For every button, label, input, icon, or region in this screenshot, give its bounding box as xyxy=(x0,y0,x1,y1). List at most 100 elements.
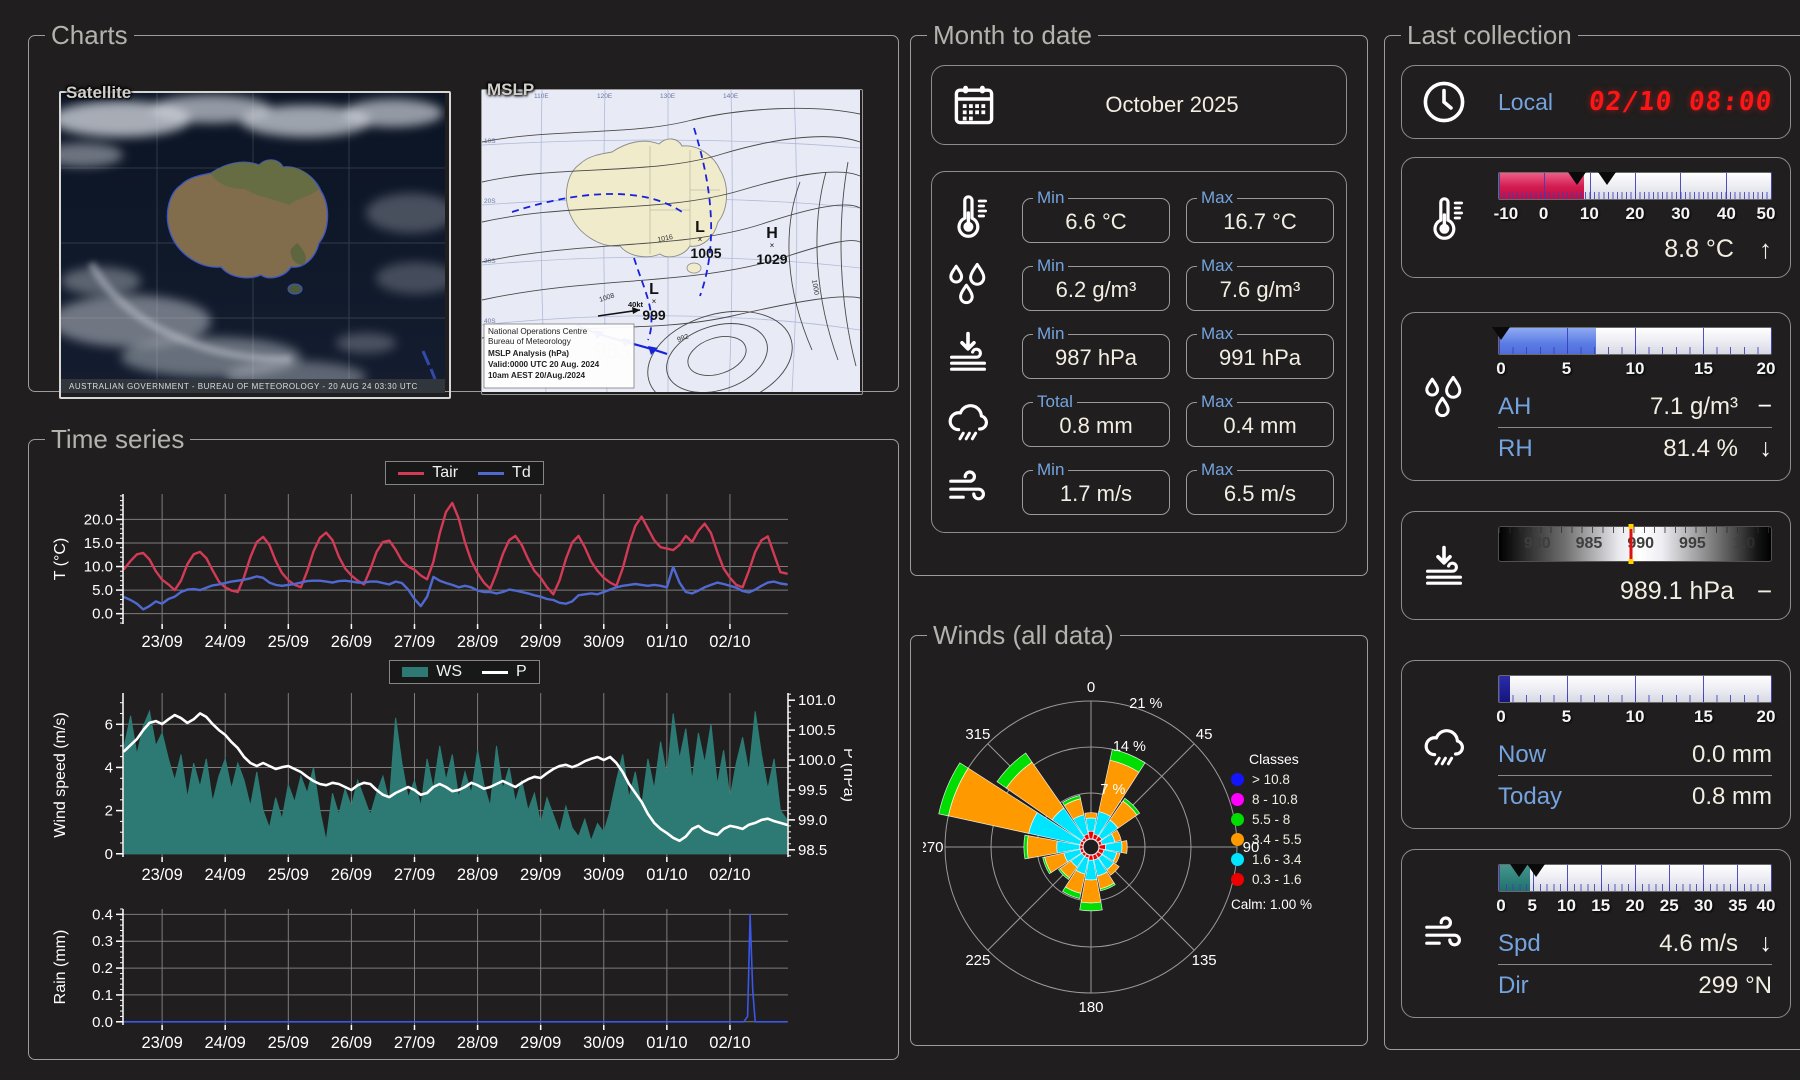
svg-text:0.4: 0.4 xyxy=(92,906,113,923)
absolute-humidity-row: AH 7.1 g/m³ − xyxy=(1498,392,1772,420)
mslp-image-graphic: 110E 120E 130E 140E 10S 20S 30S 40S 1016… xyxy=(482,90,860,392)
svg-text:27/09: 27/09 xyxy=(394,1034,435,1052)
satellite-image-graphic: AUSTRALIAN GOVERNMENT - BUREAU OF METEOR… xyxy=(61,93,445,393)
svg-text:25/09: 25/09 xyxy=(268,866,309,884)
temperature-value: 8.8 °C xyxy=(1664,235,1734,263)
droplets-icon xyxy=(1420,373,1468,421)
stat-row-wind: Min 1.7 m/s Max 6.5 m/s xyxy=(944,460,1334,515)
stat-cell: Min 987 hPa xyxy=(1022,324,1170,379)
temperature-gauge: -10 0 10 20 30 40 50 xyxy=(1494,172,1775,226)
legend-class-item: 1.6 - 3.4 xyxy=(1231,852,1349,867)
svg-text:0.0: 0.0 xyxy=(92,606,113,623)
legend-class-item: 5.5 - 8 xyxy=(1231,812,1349,827)
local-time-card: Local 02/10 08:00 xyxy=(1401,65,1791,139)
temperature-dewpoint-chart: 0.0 5.0 10.0 15.0 20.0 T (°C) 23/09 24/09 25/09 2… xyxy=(52,494,788,651)
svg-text:30/09: 30/09 xyxy=(583,1034,624,1052)
svg-text:23/09: 23/09 xyxy=(141,866,182,884)
svg-text:×: × xyxy=(652,297,657,306)
svg-text:T (°C): T (°C) xyxy=(52,538,69,581)
svg-text:10am AEST 20/Aug./2024: 10am AEST 20/Aug./2024 xyxy=(488,371,586,380)
svg-text:Valid:0000 UTC 20 Aug. 2024: Valid:0000 UTC 20 Aug. 2024 xyxy=(488,360,600,369)
charts-panel-title: Charts xyxy=(51,20,128,50)
svg-text:National Operations Centre: National Operations Centre xyxy=(488,327,588,336)
stat-cell: Min 6.2 g/m³ xyxy=(1022,256,1170,311)
svg-text:7 %: 7 % xyxy=(1100,782,1125,798)
calendar-icon xyxy=(950,81,998,129)
droplets-icon xyxy=(944,260,992,308)
legend-class-item: 3.4 - 5.5 xyxy=(1231,832,1349,847)
pressure-card: 980 985 990 995 1,0 989.1 hPa − xyxy=(1401,511,1791,620)
svg-text:98.5: 98.5 xyxy=(798,842,827,859)
rain-cloud-icon xyxy=(1420,721,1468,769)
rain-card: 0 5 10 15 20 Now 0.0 mm Today 0.8 mm xyxy=(1401,660,1791,829)
svg-text:28/09: 28/09 xyxy=(457,633,498,651)
svg-text:120E: 120E xyxy=(597,93,613,100)
wind-speed-row: Spd 4.6 m/s ↓ xyxy=(1498,929,1772,957)
svg-text:20S: 20S xyxy=(484,198,496,205)
rain-chart: 0.0 0.1 0.2 0.3 0.4 Rain (mm) 23/09 24/09 25/09 2… xyxy=(52,906,788,1052)
last-collection-title: Last collection xyxy=(1407,20,1572,50)
svg-text:6: 6 xyxy=(105,716,113,733)
svg-text:225: 225 xyxy=(965,952,990,969)
wind-rose-legend: Classes > 10.8 8 - 10.8 5.5 - 8 3.4 - 5.… xyxy=(1231,751,1349,912)
svg-text:Rain (mm): Rain (mm) xyxy=(52,930,69,1005)
stat-row-temperature: Min 6.6 °C Max 16.7 °C xyxy=(944,188,1334,243)
wind-card: 0 5 10 15 20 25 30 35 40 Spd 4.6 m/s ↓ Dir 299 °… xyxy=(1401,849,1791,1018)
rain-cloud-icon xyxy=(944,396,992,444)
svg-text:Bureau of Meteorology: Bureau of Meteorology xyxy=(488,337,572,346)
relative-humidity-row: RH 81.4 % ↓ xyxy=(1498,434,1772,462)
legend-item-td: Td xyxy=(478,464,531,482)
windspeed-pressure-chart: 0 2 4 6 Wind speed (m/s) 23/09 24/09 25/09 26/09… xyxy=(52,692,852,884)
svg-text:0: 0 xyxy=(1087,679,1095,696)
legend-class-item: > 10.8 xyxy=(1231,772,1349,787)
svg-text:24/09: 24/09 xyxy=(205,633,246,651)
svg-text:1029: 1029 xyxy=(756,251,787,267)
rain-today-row: Today 0.8 mm xyxy=(1498,782,1772,810)
thermometer-icon xyxy=(944,192,992,240)
pressure-trend-steady-icon: − xyxy=(1756,576,1772,606)
charts-panel: Charts Satellite AUSTRALIAN GOVERNMENT -… xyxy=(28,20,899,399)
temperature-value-row: 8.8 °C ↑ xyxy=(1498,234,1772,265)
month-stats-card: Min 6.6 °C Max 16.7 °C Min 6.2 g/m³ Max 7.6 … xyxy=(931,171,1347,533)
svg-text:100.0: 100.0 xyxy=(798,752,836,769)
svg-text:28/09: 28/09 xyxy=(457,866,498,884)
svg-text:2: 2 xyxy=(105,803,113,820)
stat-cell: Max 16.7 °C xyxy=(1186,188,1334,243)
svg-text:29/09: 29/09 xyxy=(520,1034,561,1052)
winds-panel-title: Winds (all data) xyxy=(933,620,1114,650)
calendar-card: October 2025 xyxy=(931,65,1347,145)
svg-text:140E: 140E xyxy=(723,93,739,100)
svg-text:L: L xyxy=(695,219,705,236)
svg-text:01/10: 01/10 xyxy=(646,866,687,884)
satellite-image: Satellite AUSTRALIAN GOVERNMENT - BUREAU… xyxy=(59,83,451,399)
time-series-panel-title: Time series xyxy=(51,424,185,454)
svg-text:02/10: 02/10 xyxy=(709,866,750,884)
svg-text:Wind speed (m/s): Wind speed (m/s) xyxy=(52,712,69,837)
svg-text:20.0: 20.0 xyxy=(84,511,113,528)
temperature-trend-up-icon: ↑ xyxy=(1759,234,1772,264)
stat-cell: Max 991 hPa xyxy=(1186,324,1334,379)
pressure-gauge: 980 985 990 995 1,0 xyxy=(1498,524,1772,564)
svg-text:30/09: 30/09 xyxy=(583,633,624,651)
svg-text:23/09: 23/09 xyxy=(141,1034,182,1052)
svg-text:24/09: 24/09 xyxy=(205,1034,246,1052)
svg-text:99.5: 99.5 xyxy=(798,782,827,799)
stat-cell: Total 0.8 mm xyxy=(1022,392,1170,447)
svg-text:270: 270 xyxy=(923,839,944,856)
svg-text:26/09: 26/09 xyxy=(331,866,372,884)
stat-row-pressure: Min 987 hPa Max 991 hPa xyxy=(944,324,1334,379)
winds-panel: Winds (all data) 045901351802252703157 %… xyxy=(910,620,1368,1046)
local-time-label: Local xyxy=(1498,88,1553,115)
svg-text:30/09: 30/09 xyxy=(583,866,624,884)
time-series-panel: Time series Tair Td 0.0 5.0 10.0 15.0 20.0 T … xyxy=(28,424,899,1060)
legend-item-ws: WS xyxy=(402,663,462,681)
svg-text:26/09: 26/09 xyxy=(331,1034,372,1052)
stat-cell: Min 1.7 m/s xyxy=(1022,460,1170,515)
svg-text:10.0: 10.0 xyxy=(84,559,113,576)
svg-text:02/10: 02/10 xyxy=(709,1034,750,1052)
stat-cell: Max 6.5 m/s xyxy=(1186,460,1334,515)
svg-text:0.0: 0.0 xyxy=(92,1014,113,1031)
svg-text:135: 135 xyxy=(1192,952,1217,969)
svg-text:0.2: 0.2 xyxy=(92,960,113,977)
rain-gauge: 0 5 10 15 20 xyxy=(1496,675,1775,729)
